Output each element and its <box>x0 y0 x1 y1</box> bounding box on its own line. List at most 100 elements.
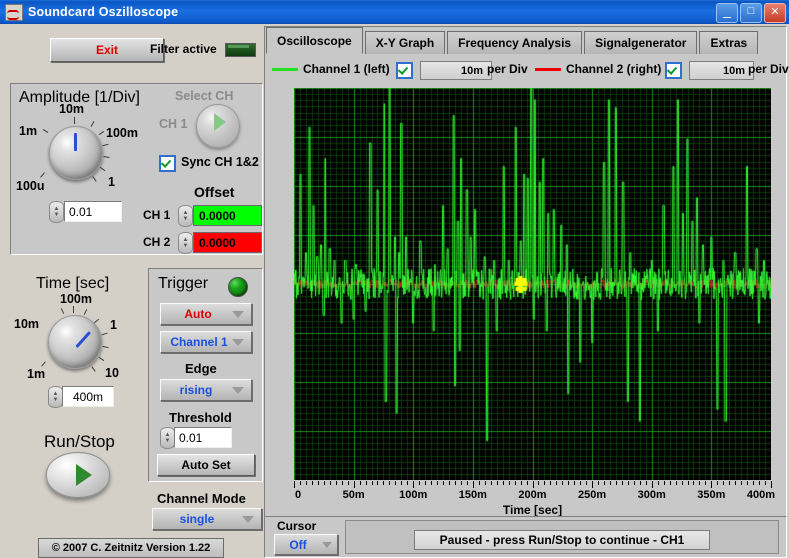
x-tick <box>527 481 528 485</box>
x-tick <box>318 481 319 485</box>
x-tick <box>360 481 361 485</box>
x-tick <box>330 481 331 485</box>
exit-button[interactable]: Exit <box>50 38 164 62</box>
x-tick <box>670 481 671 485</box>
channel-mode-combo[interactable]: single <box>152 508 262 530</box>
x-tick <box>562 481 563 485</box>
x-tick <box>354 481 355 488</box>
x-tick <box>658 481 659 485</box>
select-ch-knob[interactable] <box>196 104 240 148</box>
chevron-down-icon <box>232 310 244 318</box>
offset-ch1-label: CH 1 <box>143 208 171 222</box>
amplitude-knob-label-10m: 10m <box>59 102 85 116</box>
amplitude-knob-label-1: 1 <box>108 175 115 189</box>
x-tick <box>533 481 534 488</box>
time-knob-label-10: 10 <box>105 366 119 380</box>
x-tick <box>389 481 390 485</box>
minimize-button[interactable]: _ <box>716 2 738 23</box>
x-tick <box>395 481 396 485</box>
x-tick <box>521 481 522 485</box>
trigger-threshold-spinner[interactable]: ▲ ▼ <box>160 427 175 449</box>
x-tick <box>735 481 736 485</box>
x-tick <box>443 481 444 485</box>
x-tick <box>324 481 325 485</box>
time-knob-label-10m: 10m <box>14 317 40 331</box>
tab-signalgenerator[interactable]: Signalgenerator <box>584 31 698 54</box>
chevron-down-icon <box>242 515 254 523</box>
run-stop-button[interactable] <box>46 452 110 498</box>
x-tick <box>682 481 683 485</box>
offset-ch1-spinner[interactable]: ▲ ▼ <box>178 205 193 227</box>
trigger-channel-value: Channel 1 <box>170 335 228 349</box>
tab-extras[interactable]: Extras <box>699 31 759 54</box>
amplitude-spinner[interactable]: ▲ ▼ <box>49 201 64 223</box>
trigger-threshold-input[interactable]: 0.01 <box>174 427 232 448</box>
x-tick <box>622 481 623 485</box>
amplitude-panel: Amplitude [1/Div] 10m 1m 100m 100u 1 ▲ ▼ … <box>10 83 263 255</box>
x-tick <box>342 481 343 485</box>
trigger-edge-value: rising <box>179 383 213 397</box>
trigger-mode-combo[interactable]: Auto <box>160 303 252 325</box>
x-tick <box>664 481 665 485</box>
channel1-enable-checkbox[interactable] <box>396 62 413 79</box>
offset-ch2-spinner[interactable]: ▲ ▼ <box>178 232 193 254</box>
close-button[interactable]: ✕ <box>764 3 786 23</box>
x-tick <box>723 481 724 485</box>
channel2-enable-checkbox[interactable] <box>665 62 682 79</box>
amplitude-knob[interactable] <box>49 126 103 180</box>
x-tick <box>306 481 307 485</box>
amplitude-value-input[interactable]: 0.01 <box>64 201 122 222</box>
application-window: Soundcard Oszilloscope _ □ ✕ Exit Filter… <box>0 0 789 558</box>
x-tick <box>407 481 408 485</box>
x-tick-label: 250m <box>578 489 607 501</box>
x-tick <box>580 481 581 485</box>
time-knob-label-100m: 100m <box>60 292 92 306</box>
trigger-mode-value: Auto <box>184 307 212 321</box>
x-tick <box>705 481 706 485</box>
time-value-input[interactable]: 400m <box>62 386 114 407</box>
tab-xy-graph[interactable]: X-Y Graph <box>364 31 446 54</box>
amplitude-knob-pointer <box>74 133 77 151</box>
x-tick <box>515 481 516 485</box>
x-tick <box>473 481 474 488</box>
tab-frequency-analysis[interactable]: Frequency Analysis <box>447 31 583 54</box>
x-tick-label: 400m <box>746 489 776 501</box>
time-knob-pointer <box>75 331 91 349</box>
amplitude-knob-label-100u: 100u <box>16 179 45 193</box>
x-tick <box>652 481 653 488</box>
x-tick <box>711 481 712 488</box>
trigger-edge-combo[interactable]: rising <box>160 379 252 401</box>
x-tick <box>592 481 593 488</box>
x-tick <box>568 481 569 485</box>
offset-ch2-value[interactable]: 0.0000 <box>193 232 262 253</box>
maximize-icon: □ <box>747 5 755 17</box>
trigger-threshold-label: Threshold <box>169 410 232 425</box>
auto-set-button[interactable]: Auto Set <box>157 454 255 476</box>
time-knob-label-1m: 1m <box>27 367 46 381</box>
channel1-per-div-input[interactable]: 10m <box>420 61 492 80</box>
x-tick <box>699 481 700 485</box>
x-tick <box>598 481 599 485</box>
sync-channels-checkbox[interactable] <box>159 155 176 172</box>
oscilloscope-plot[interactable] <box>294 88 771 480</box>
offset-ch1-value[interactable]: 0.0000 <box>193 205 262 226</box>
maximize-button[interactable]: □ <box>740 3 762 23</box>
trigger-title: Trigger <box>158 275 209 292</box>
time-knob-label-1: 1 <box>110 318 117 332</box>
x-tick <box>765 481 766 485</box>
copyright-bar: © 2007 C. Zeitnitz Version 1.22 <box>38 538 224 558</box>
x-tick <box>437 481 438 485</box>
channel2-per-div-input[interactable]: 10m <box>689 61 754 80</box>
cursor-combo[interactable]: Off <box>274 534 338 555</box>
x-tick <box>509 481 510 485</box>
x-tick <box>574 481 575 485</box>
channel2-per-div-unit: per Div <box>748 62 789 76</box>
time-spinner[interactable]: ▲ ▼ <box>48 386 63 408</box>
trigger-channel-combo[interactable]: Channel 1 <box>160 331 252 353</box>
trigger-edge-label: Edge <box>185 361 217 376</box>
x-tick <box>377 481 378 485</box>
select-ch-value: CH 1 <box>159 117 188 131</box>
tab-oscilloscope[interactable]: Oscilloscope <box>266 27 363 54</box>
close-icon: ✕ <box>770 6 780 18</box>
channel1-color-swatch <box>272 68 298 71</box>
